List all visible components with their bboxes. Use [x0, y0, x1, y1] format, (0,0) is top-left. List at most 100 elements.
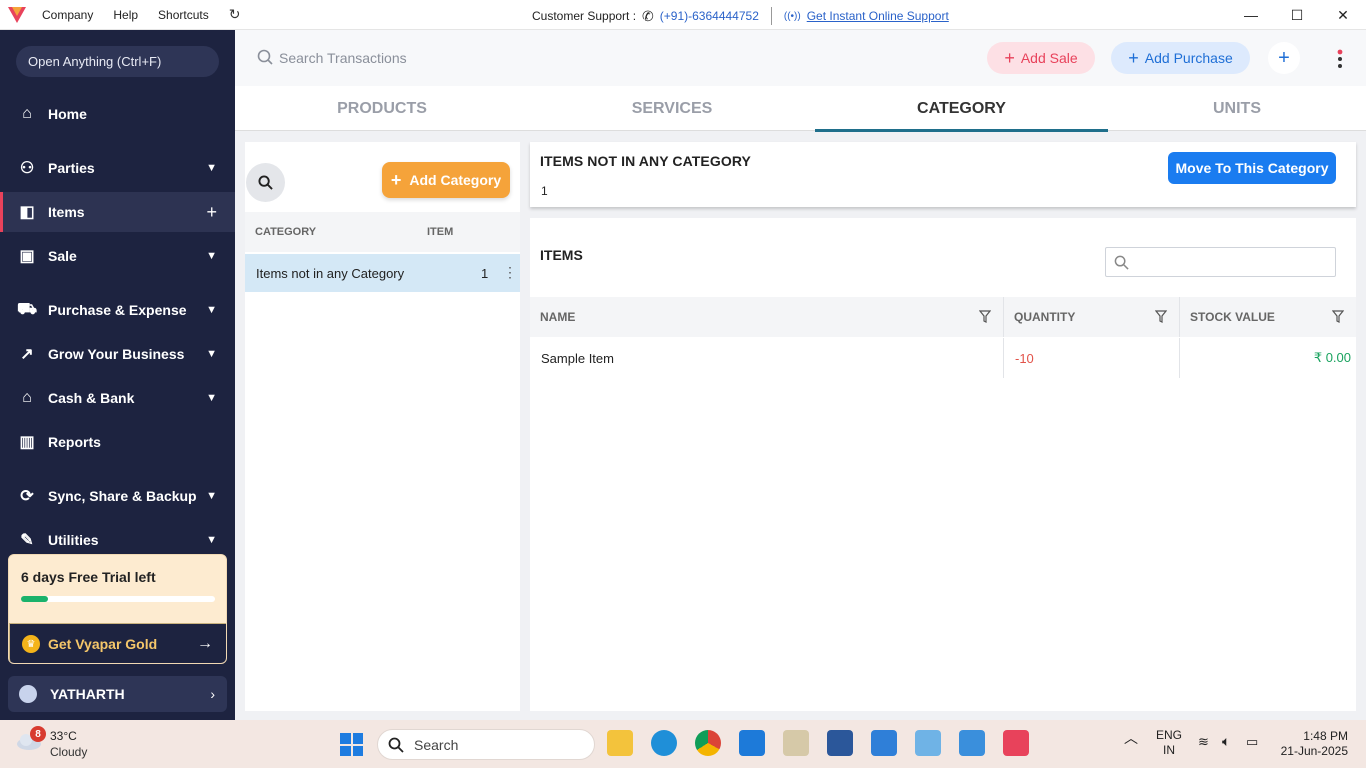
- language-code: ENG: [1156, 728, 1183, 742]
- filter-icon[interactable]: [1332, 310, 1344, 324]
- wrench-icon: ✎: [20, 532, 34, 549]
- column-header-stock-value: STOCK VALUE: [1190, 310, 1275, 324]
- get-vyapar-gold-button[interactable]: ♛ Get Vyapar Gold →: [9, 623, 226, 663]
- sidebar-item-items[interactable]: ◧ Items +: [0, 192, 235, 232]
- filter-icon[interactable]: [1155, 310, 1167, 324]
- region-code: IN: [1163, 743, 1175, 757]
- sidebar-item-label: Parties: [48, 160, 95, 176]
- list-item[interactable]: Items not in any Category 1 ⋮: [245, 254, 520, 292]
- sidebar-item-sale[interactable]: ▣ Sale ▼: [0, 236, 235, 276]
- items-search-field[interactable]: [1105, 247, 1336, 277]
- tab-units[interactable]: UNITS: [1108, 86, 1366, 131]
- sidebar-item-label: Reports: [48, 434, 101, 450]
- add-item-icon[interactable]: +: [206, 202, 217, 223]
- sidebar-item-grow-business[interactable]: ↗ Grow Your Business ▼: [0, 334, 235, 374]
- user-name: YATHARTH: [50, 686, 125, 702]
- minimize-icon[interactable]: —: [1228, 0, 1274, 30]
- sidebar: Open Anything (Ctrl+F) ⌂ Home ⚇ Parties …: [0, 30, 235, 720]
- divider: [1179, 338, 1180, 378]
- search-icon: [258, 175, 273, 190]
- chrome-icon[interactable]: [695, 730, 721, 756]
- title-bar: Company Help Shortcuts ↻ Customer Suppor…: [0, 0, 1366, 30]
- bag-icon: ◧: [19, 204, 35, 221]
- control-panel-icon[interactable]: [915, 730, 941, 756]
- more-options-icon[interactable]: [1334, 48, 1346, 70]
- tab-products[interactable]: PRODUCTS: [235, 86, 529, 131]
- add-category-label: Add Category: [409, 172, 502, 188]
- user-profile[interactable]: YATHARTH ›: [8, 676, 227, 712]
- divider: [1003, 297, 1004, 337]
- photos-icon[interactable]: [959, 730, 985, 756]
- kebab-menu-icon[interactable]: ⋮: [503, 264, 517, 281]
- sidebar-item-home[interactable]: ⌂ Home: [0, 94, 235, 134]
- sidebar-item-label: Grow Your Business: [48, 346, 185, 362]
- tab-category[interactable]: CATEGORY: [815, 86, 1108, 132]
- cart-icon: ⛟: [17, 301, 38, 318]
- menu-help[interactable]: Help: [113, 8, 138, 22]
- add-category-button[interactable]: + Add Category: [382, 162, 510, 198]
- table-row[interactable]: Sample Item -10 ₹ 0.00: [530, 338, 1356, 378]
- items-title: ITEMS: [540, 247, 583, 263]
- category-name: Items not in any Category: [256, 266, 405, 281]
- weather-temperature: 33°C: [50, 729, 77, 743]
- open-anything-button[interactable]: Open Anything (Ctrl+F): [16, 46, 219, 77]
- vyapar-logo-icon: [8, 6, 26, 23]
- sync-icon: ⟳: [20, 488, 34, 505]
- menu-company[interactable]: Company: [42, 8, 93, 22]
- crown-icon: ♛: [22, 635, 40, 653]
- plus-icon: +: [1278, 46, 1290, 69]
- tab-services[interactable]: SERVICES: [529, 86, 815, 131]
- search-icon: [1114, 255, 1129, 270]
- move-to-category-button[interactable]: Move To This Category: [1168, 152, 1336, 184]
- sidebar-item-parties[interactable]: ⚇ Parties ▼: [0, 148, 235, 188]
- sidebar-item-purchase-expense[interactable]: ⛟ Purchase & Expense ▼: [0, 290, 235, 330]
- clock-date: 21-Jun-2025: [1280, 744, 1348, 758]
- taskbar-search[interactable]: Search: [377, 729, 595, 760]
- speaker-icon[interactable]: 🔈︎: [1222, 733, 1230, 750]
- menu-shortcuts[interactable]: Shortcuts: [158, 8, 209, 22]
- plus-icon: +: [390, 169, 402, 190]
- add-more-button[interactable]: +: [1268, 42, 1300, 74]
- file-explorer-icon[interactable]: [607, 730, 633, 756]
- search-icon: [388, 737, 404, 753]
- sidebar-item-sync-share-backup[interactable]: ⟳ Sync, Share & Backup ▼: [0, 476, 235, 516]
- items-search-input[interactable]: [1136, 252, 1326, 272]
- close-icon[interactable]: ✕: [1320, 0, 1366, 30]
- battery-icon[interactable]: ▭: [1246, 734, 1258, 750]
- chevron-down-icon: ▼: [206, 348, 217, 360]
- add-purchase-button[interactable]: + Add Purchase: [1111, 42, 1250, 74]
- chevron-down-icon: ▼: [206, 304, 217, 316]
- system-clock[interactable]: 1:48 PM 21-Jun-2025: [1276, 729, 1348, 759]
- arrow-right-icon: →: [197, 635, 213, 652]
- windows-start-icon[interactable]: [340, 733, 363, 756]
- wifi-icon[interactable]: ≋: [1198, 734, 1209, 750]
- vyapar-app-icon[interactable]: [1003, 730, 1029, 756]
- chevron-down-icon: ▼: [206, 392, 217, 404]
- window-controls: — ☐ ✕: [1228, 0, 1366, 30]
- add-sale-button[interactable]: + Add Sale: [987, 42, 1095, 74]
- sidebar-item-label: Sale: [48, 248, 77, 264]
- word-icon[interactable]: [827, 730, 853, 756]
- language-indicator[interactable]: ENG IN: [1156, 728, 1182, 758]
- sidebar-item-cash-bank[interactable]: ⌂ Cash & Bank ▼: [0, 378, 235, 418]
- items-panel: ITEMS NAME QUANTITY STOCK VALUE Sample I…: [530, 218, 1356, 711]
- home-icon: ⌂: [22, 105, 32, 122]
- notepad-icon[interactable]: [871, 730, 897, 756]
- maximize-icon[interactable]: ☐: [1274, 0, 1320, 30]
- edge-browser-icon[interactable]: [651, 730, 677, 756]
- refresh-icon[interactable]: ↻: [229, 6, 241, 23]
- sidebar-item-reports[interactable]: ▥ Reports: [0, 422, 235, 462]
- online-support-link[interactable]: Get Instant Online Support: [807, 9, 949, 23]
- chevron-up-icon[interactable]: ︿: [1124, 728, 1138, 748]
- trial-text: 6 days Free Trial left: [21, 569, 156, 585]
- tools-app-icon[interactable]: [783, 730, 809, 756]
- sidebar-item-label: Cash & Bank: [48, 390, 135, 406]
- support-phone: (+91)-6364444752: [659, 9, 759, 23]
- vscode-icon[interactable]: [739, 730, 765, 756]
- tab-bar: PRODUCTS SERVICES CATEGORY UNITS: [235, 86, 1366, 132]
- chevron-down-icon: ▼: [206, 250, 217, 262]
- column-header-quantity: QUANTITY: [1014, 310, 1076, 324]
- search-transactions-input[interactable]: [279, 46, 679, 70]
- category-search-button[interactable]: [246, 163, 285, 202]
- filter-icon[interactable]: [979, 310, 991, 324]
